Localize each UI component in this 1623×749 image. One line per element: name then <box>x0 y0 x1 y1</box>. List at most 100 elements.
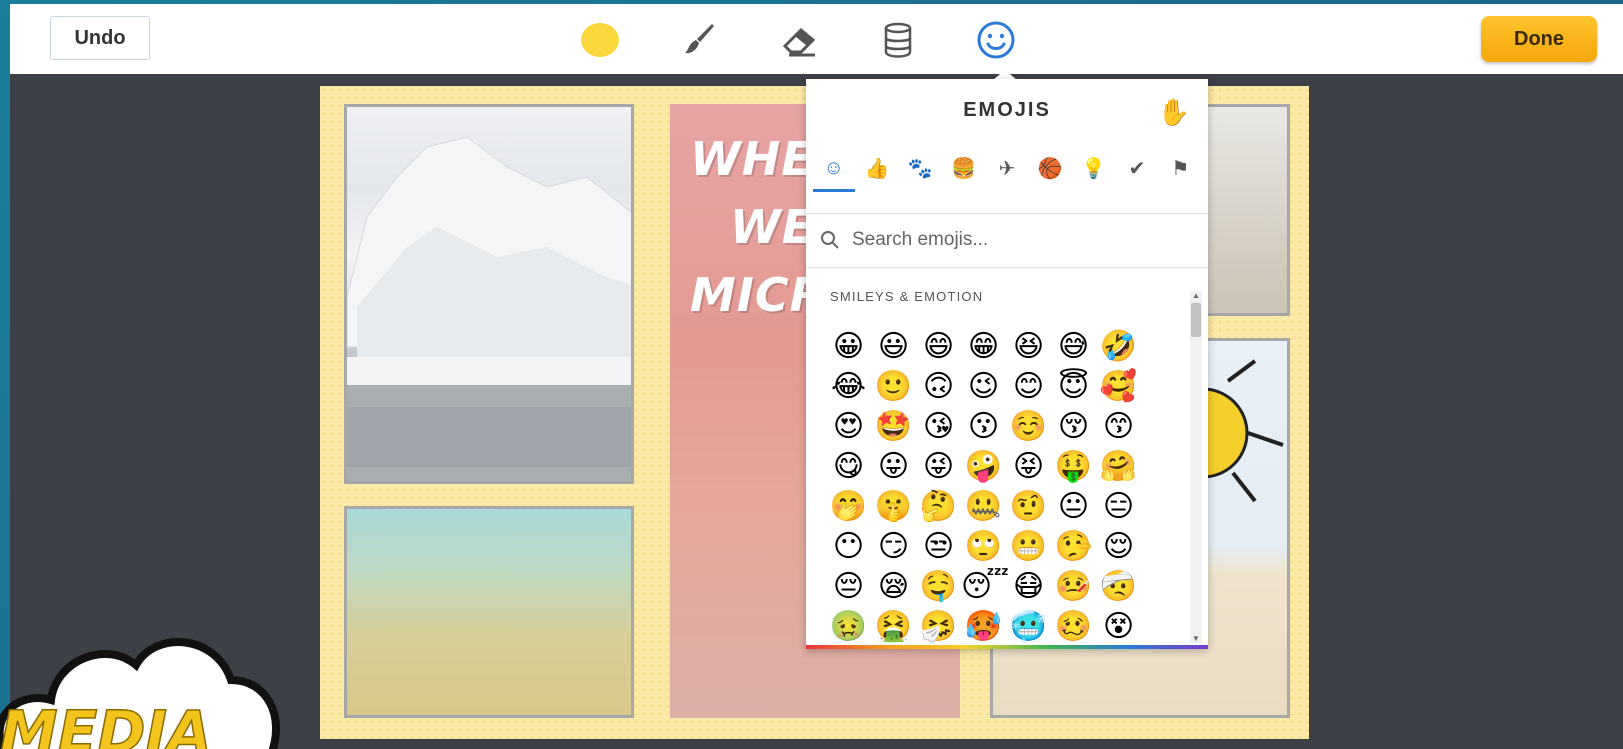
emoji-item[interactable]: 🤭 <box>826 487 871 527</box>
tab-smileys[interactable]: ☺ <box>812 148 855 192</box>
tab-animals[interactable]: 🐾 <box>903 148 937 188</box>
skin-tone-icon[interactable]: ✋ <box>1158 97 1190 128</box>
emoji-search-input[interactable] <box>852 229 1182 251</box>
emoji-item[interactable]: 🤥 <box>1051 527 1096 567</box>
emoji-search-bar <box>806 213 1208 267</box>
emoji-item[interactable]: 😶 <box>826 527 871 567</box>
emoji-item[interactable]: 🤧 <box>916 607 961 647</box>
tab-travel[interactable]: ✈ <box>990 148 1024 188</box>
emoji-item[interactable]: 😑 <box>1096 487 1141 527</box>
color-picker-button[interactable] <box>580 20 620 60</box>
emoji-category-tabs: ☺ 👍 🐾 🍔 ✈ 🏀 💡 ✔ ⚑ <box>806 145 1208 192</box>
emoji-item[interactable]: 😴 <box>961 567 1009 607</box>
glacier-photo-panel[interactable] <box>344 104 634 484</box>
tab-activities[interactable]: 🏀 <box>1033 148 1067 188</box>
search-icon <box>821 231 839 249</box>
color-picker-icon <box>581 23 619 57</box>
scroll-down-icon[interactable]: ▼ <box>1192 634 1200 643</box>
emoji-item[interactable]: 🙂 <box>871 367 916 407</box>
emoji-item[interactable]: 🤪 <box>961 447 1006 487</box>
logo-text: MEDIA <box>0 698 212 749</box>
emoji-item[interactable]: 😷 <box>1006 567 1051 607</box>
emoji-item[interactable]: 😐 <box>1051 487 1096 527</box>
emoji-item[interactable]: 🤗 <box>1096 447 1141 487</box>
eraser-icon <box>782 27 816 57</box>
emoji-item[interactable]: 😙 <box>1096 407 1141 447</box>
emoji-item[interactable]: 😪 <box>871 567 916 607</box>
emoji-item[interactable]: ☺️ <box>1006 407 1051 447</box>
emoji-item[interactable]: 🥴 <box>1051 607 1096 647</box>
tab-people[interactable]: 👍 <box>860 148 894 188</box>
tab-food[interactable]: 🍔 <box>947 148 981 188</box>
emoji-item[interactable]: 😀 <box>826 327 871 367</box>
rocks-photo-panel[interactable] <box>1200 104 1290 316</box>
emoji-item[interactable]: 😊 <box>1006 367 1051 407</box>
emoji-item[interactable]: 🙃 <box>916 367 961 407</box>
fill-button[interactable] <box>878 20 918 60</box>
emoji-item[interactable]: 😏 <box>871 527 916 567</box>
emoji-item[interactable]: 🥶 <box>1006 607 1051 647</box>
emoji-item[interactable]: 😒 <box>916 527 961 567</box>
emoji-item[interactable]: 🥵 <box>961 607 1006 647</box>
emoji-item[interactable]: 🤕 <box>1096 567 1141 607</box>
glacier-illustration <box>347 136 631 481</box>
divider <box>806 267 1208 268</box>
scroll-thumb[interactable] <box>1191 303 1201 337</box>
emoji-item[interactable]: 😃 <box>871 327 916 367</box>
emoji-item[interactable]: 😚 <box>1051 407 1096 447</box>
emoji-picker-popup: EMOJIS ✋ ☺ 👍 🐾 🍔 ✈ 🏀 💡 ✔ ⚑ SMILEYS & EMO… <box>806 79 1208 649</box>
emoji-item[interactable]: 😇 <box>1051 367 1096 407</box>
emoji-item[interactable]: 😍 <box>826 407 871 447</box>
tab-symbols[interactable]: ✔ <box>1120 148 1154 188</box>
emoji-item[interactable]: 😔 <box>826 567 871 607</box>
emoji-grid: 😀 😃 😄 😁 😆 😅 🤣 😂 🙂 🙃 😉 😊 😇 🥰 😍 🤩 😘 😗 ☺️ 😚 😙 😋 😛 😜 🤪 😝 🤑 🤗 🤭 🤫 🤔 🤐 🤨 😐 😑 😶 😏 😒 🙄… <box>826 327 1146 647</box>
brush-button[interactable] <box>680 20 720 60</box>
emoji-item[interactable]: 😝 <box>1006 447 1051 487</box>
emoji-item[interactable]: 😗 <box>961 407 1006 447</box>
emoji-item[interactable]: 🤒 <box>1051 567 1096 607</box>
brush-icon <box>685 24 714 54</box>
emoji-item[interactable]: 🤫 <box>871 487 916 527</box>
emoji-item[interactable]: 🙄 <box>961 527 1006 567</box>
emoji-scrollbar[interactable]: ▲ ▼ <box>1190 291 1202 643</box>
emoji-item[interactable]: 🤢 <box>826 607 871 647</box>
emoji-item[interactable]: 🤔 <box>916 487 961 527</box>
emoji-item[interactable]: 😜 <box>916 447 961 487</box>
emoji-item[interactable]: 😛 <box>871 447 916 487</box>
emoji-item[interactable]: 😬 <box>1006 527 1051 567</box>
emoji-item[interactable]: 😅 <box>1051 327 1096 367</box>
paint-bucket-icon <box>884 22 912 58</box>
undo-button[interactable]: Undo <box>50 16 150 60</box>
poster-line-2: WE <box>730 200 815 254</box>
emoji-item[interactable]: 😂 <box>826 367 871 407</box>
emoji-item[interactable]: 🤮 <box>871 607 916 647</box>
emoji-item[interactable]: 😄 <box>916 327 961 367</box>
emoji-item[interactable]: 😌 <box>1096 527 1141 567</box>
emoji-item[interactable]: 🤤 <box>916 567 961 607</box>
rainbow-bar <box>806 645 1208 649</box>
emoji-item[interactable]: 😁 <box>961 327 1006 367</box>
emoji-item[interactable]: 🤩 <box>871 407 916 447</box>
top-toolbar: Undo Done <box>10 4 1623 74</box>
emoji-button[interactable] <box>976 20 1016 60</box>
emoji-item[interactable]: 😆 <box>1006 327 1051 367</box>
tab-flags[interactable]: ⚑ <box>1163 148 1197 188</box>
emoji-item[interactable]: 🥰 <box>1096 367 1141 407</box>
section-label: SMILEYS & EMOTION <box>830 289 984 304</box>
emoji-item[interactable]: 😵 <box>1096 607 1141 647</box>
scroll-up-icon[interactable]: ▲ <box>1192 291 1200 300</box>
emoji-item[interactable]: 🤑 <box>1051 447 1096 487</box>
emoji-item[interactable]: 😋 <box>826 447 871 487</box>
emoji-smiley-icon <box>977 21 1015 59</box>
done-button[interactable]: Done <box>1481 16 1597 62</box>
emoji-item[interactable]: 😘 <box>916 407 961 447</box>
emoji-picker-title: EMOJIS <box>963 99 1051 121</box>
media-logo: MEDIA <box>0 638 280 749</box>
underwater-photo-panel[interactable] <box>344 506 634 718</box>
eraser-button[interactable] <box>780 20 820 60</box>
emoji-item[interactable]: 🤨 <box>1006 487 1051 527</box>
tab-objects[interactable]: 💡 <box>1077 148 1111 188</box>
emoji-item[interactable]: 😉 <box>961 367 1006 407</box>
emoji-item[interactable]: 🤣 <box>1096 327 1141 367</box>
emoji-item[interactable]: 🤐 <box>961 487 1006 527</box>
